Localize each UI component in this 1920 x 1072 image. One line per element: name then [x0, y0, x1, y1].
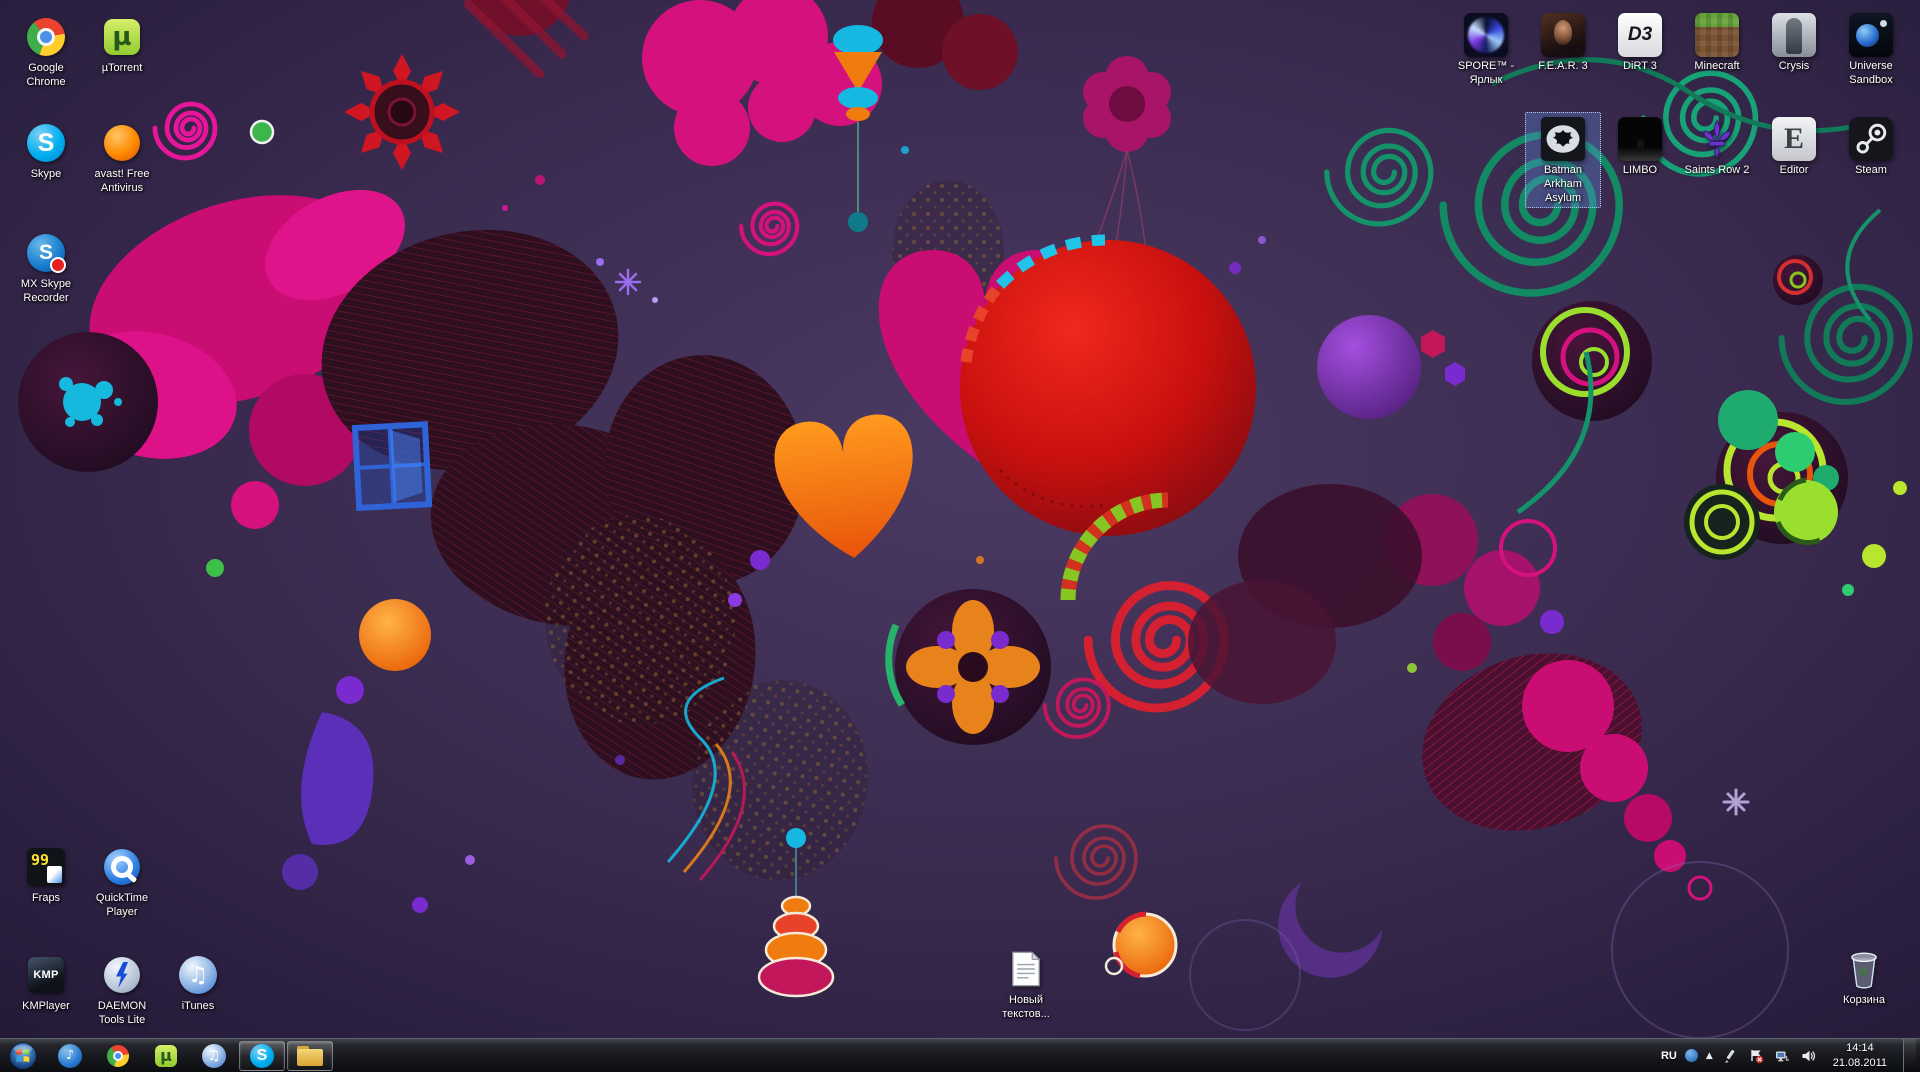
icon-label: µTorrent — [102, 62, 143, 76]
desktop-icon-daemon-tools[interactable]: DAEMON Tools Lite — [84, 948, 160, 1031]
icon-label: KMPlayer — [22, 1000, 70, 1014]
icon-label: Universe Sandbox — [1835, 60, 1907, 88]
itunes-icon: ♫ — [179, 952, 217, 998]
icon-label: Saints Row 2 — [1685, 164, 1750, 178]
desktop-icon-utorrent[interactable]: µ µTorrent — [84, 10, 160, 79]
media-player-icon: ♪ — [58, 1044, 82, 1068]
desktop-icon-batman-arkham-asylum[interactable]: Batman Arkham Asylum — [1525, 112, 1601, 208]
avast-icon — [104, 120, 140, 166]
desktop-icon-avast[interactable]: avast! Free Antivirus — [84, 116, 160, 199]
utorrent-icon: µ — [155, 1045, 177, 1067]
desktop-icon-new-text-document[interactable]: Новый текстов... — [988, 942, 1064, 1025]
windows-orb-icon — [8, 1041, 38, 1071]
recycle-bin-icon: ♻ — [1846, 946, 1882, 992]
icon-label: QuickTime Player — [86, 892, 158, 920]
icon-label: SPORE™ - Ярлык — [1450, 60, 1522, 88]
skype-icon: S — [250, 1044, 274, 1068]
taskbar-button-utorrent[interactable]: µ — [143, 1041, 189, 1071]
icon-label: Skype — [31, 168, 62, 182]
desktop-icon-mx-skype-recorder[interactable]: S MX Skype Recorder — [8, 226, 84, 309]
start-button[interactable] — [0, 1039, 46, 1072]
desktop-root: Google Chrome µ µTorrent S Skype avast! … — [0, 0, 1920, 1072]
desktop-icon-saints-row-2[interactable]: Saints Row 2 — [1679, 112, 1755, 181]
desktop-icon-google-chrome[interactable]: Google Chrome — [8, 10, 84, 93]
icon-label: DAEMON Tools Lite — [86, 1000, 158, 1028]
icon-label: Fraps — [32, 892, 60, 906]
icon-label: Crysis — [1779, 60, 1810, 74]
desktop-icon-editor[interactable]: E Editor — [1756, 112, 1832, 181]
icon-label: Editor — [1780, 164, 1809, 178]
quicktime-icon — [104, 844, 140, 890]
desktop-icon-recycle-bin[interactable]: ♻ Корзина — [1826, 942, 1902, 1011]
itunes-icon: ♫ — [202, 1044, 226, 1068]
clock-date: 21.08.2011 — [1833, 1056, 1887, 1070]
limbo-icon — [1618, 116, 1662, 162]
icon-label: Minecraft — [1694, 60, 1739, 74]
chrome-icon — [27, 14, 65, 60]
desktop-icon-steam[interactable]: Steam — [1833, 112, 1909, 181]
folder-icon — [297, 1046, 323, 1066]
icon-label: Корзина — [1843, 994, 1885, 1008]
icon-label: DiRT 3 — [1623, 60, 1657, 74]
dirt3-icon: D3 — [1618, 12, 1662, 58]
clock[interactable]: 14:14 21.08.2011 — [1825, 1041, 1895, 1070]
desktop-icon-quicktime[interactable]: QuickTime Player — [84, 840, 160, 923]
minecraft-icon — [1695, 12, 1739, 58]
icon-label: F.E.A.R. 3 — [1538, 60, 1588, 74]
chrome-icon — [107, 1045, 129, 1067]
text-document-icon — [1011, 946, 1041, 992]
pen-input-icon[interactable] — [1721, 1047, 1739, 1065]
icon-label: LIMBO — [1623, 164, 1657, 178]
taskbar: ♪ µ ♫ S RU ▲ — [0, 1038, 1920, 1072]
universe-sandbox-icon — [1849, 12, 1893, 58]
icon-label: Google Chrome — [10, 62, 82, 90]
desktop-icon-kmplayer[interactable]: KMP KMPlayer — [8, 948, 84, 1017]
taskbar-button-chrome[interactable] — [95, 1041, 141, 1071]
tray-app-icon[interactable] — [1685, 1049, 1698, 1062]
kmplayer-icon: KMP — [28, 952, 64, 998]
taskbar-button-explorer[interactable] — [287, 1041, 333, 1071]
icon-label: avast! Free Antivirus — [86, 168, 158, 196]
taskbar-button-media-player[interactable]: ♪ — [47, 1041, 93, 1071]
show-desktop-button[interactable] — [1903, 1039, 1916, 1072]
spore-icon — [1464, 12, 1508, 58]
icon-label: Новый текстов... — [990, 994, 1062, 1022]
action-center-flag-icon[interactable] — [1747, 1047, 1765, 1065]
svg-text:♻: ♻ — [1858, 964, 1868, 978]
fear3-icon — [1541, 12, 1585, 58]
system-tray: RU ▲ — [1657, 1039, 1920, 1072]
crysis-icon — [1772, 12, 1816, 58]
desktop-icon-universe-sandbox[interactable]: Universe Sandbox — [1833, 8, 1909, 91]
desktop-icon-crysis[interactable]: Crysis — [1756, 8, 1832, 77]
desktop-icon-fraps[interactable]: 99 Fraps — [8, 840, 84, 909]
icon-label: iTunes — [182, 1000, 215, 1014]
volume-icon[interactable] — [1799, 1047, 1817, 1065]
editor-icon: E — [1772, 116, 1816, 162]
icon-label: MX Skype Recorder — [10, 278, 82, 306]
icon-label: Batman Arkham Asylum — [1527, 164, 1599, 205]
taskbar-button-skype[interactable]: S — [239, 1041, 285, 1071]
clock-time: 14:14 — [1833, 1041, 1887, 1055]
desktop-icon-fear3[interactable]: F.E.A.R. 3 — [1525, 8, 1601, 77]
daemon-tools-icon — [104, 952, 140, 998]
fraps-icon: 99 — [27, 844, 65, 890]
desktop-icon-limbo[interactable]: LIMBO — [1602, 112, 1678, 181]
steam-icon — [1849, 116, 1893, 162]
desktop-icon-minecraft[interactable]: Minecraft — [1679, 8, 1755, 77]
desktop-icon-spore[interactable]: SPORE™ - Ярлык — [1448, 8, 1524, 91]
desktop-icon-dirt3[interactable]: D3 DiRT 3 — [1602, 8, 1678, 77]
show-hidden-icons-button[interactable]: ▲ — [1706, 1051, 1713, 1061]
mx-skype-recorder-icon: S — [27, 230, 65, 276]
utorrent-icon: µ — [104, 14, 140, 60]
taskbar-button-itunes[interactable]: ♫ — [191, 1041, 237, 1071]
desktop-icon-itunes[interactable]: ♫ iTunes — [160, 948, 236, 1017]
language-indicator[interactable]: RU — [1661, 1050, 1677, 1062]
network-icon[interactable] — [1773, 1047, 1791, 1065]
skype-icon: S — [27, 120, 65, 166]
icon-label: Steam — [1855, 164, 1887, 178]
desktop-icon-skype[interactable]: S Skype — [8, 116, 84, 185]
saints-row-fleur-de-lis-icon — [1696, 116, 1738, 162]
batman-icon — [1541, 116, 1585, 162]
